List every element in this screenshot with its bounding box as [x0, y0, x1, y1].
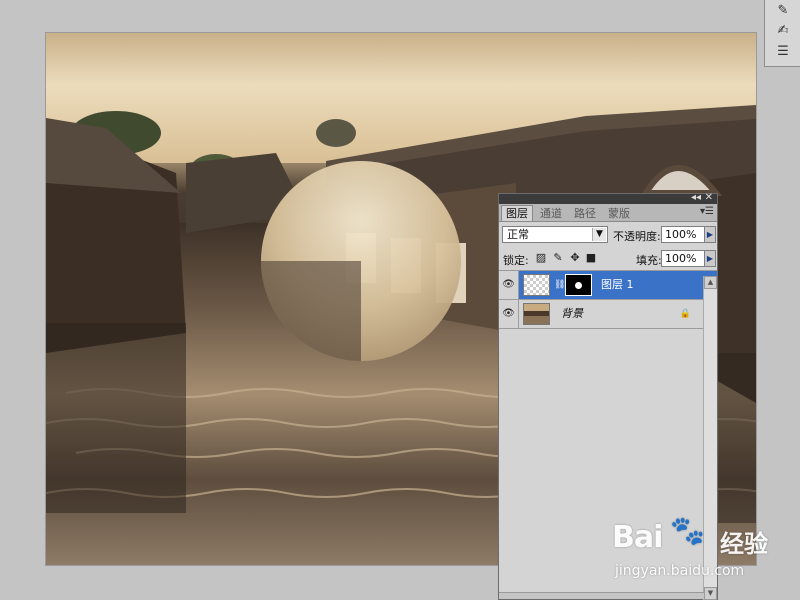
lock-transparent-icon[interactable]: ▨: [535, 252, 547, 264]
panel-footer: [499, 592, 704, 599]
tab-masks[interactable]: 蒙版: [603, 205, 635, 221]
visibility-eye-icon[interactable]: 👁: [499, 300, 519, 328]
opacity-input[interactable]: 100%: [661, 226, 705, 243]
paw-icon: 🐾: [670, 514, 705, 547]
blend-mode-value: 正常: [507, 228, 529, 241]
watermark-url: jingyan.baidu.com: [615, 563, 745, 579]
lock-label: 锁定:: [503, 254, 529, 267]
stamp-tool-icon[interactable]: ✎: [773, 2, 793, 20]
lock-all-icon[interactable]: ■: [585, 252, 597, 264]
chevron-down-icon: ▼: [592, 228, 606, 241]
collapse-icon[interactable]: ◂◂: [691, 192, 701, 204]
layer-row-layer1[interactable]: 👁 ⛓ 图层 1: [499, 271, 717, 300]
scroll-down-icon[interactable]: ▼: [704, 587, 717, 600]
history-brush-icon[interactable]: ✍: [773, 22, 793, 40]
settings-sliders-icon[interactable]: ☰: [773, 43, 793, 61]
blend-opacity-row: 正常 ▼ 不透明度: 100% ▶: [499, 222, 717, 248]
visibility-eye-icon[interactable]: 👁: [499, 271, 519, 299]
layer-thumbnail: [523, 303, 550, 325]
panel-titlebar[interactable]: ◂◂ ✕: [499, 192, 717, 204]
tab-channels[interactable]: 通道: [535, 205, 567, 221]
lock-position-move-icon[interactable]: ✥: [569, 252, 581, 264]
layer-row-background[interactable]: 👁 背景 🔒: [499, 300, 717, 329]
lock-fill-row: 锁定: ▨ ✎ ✥ ■ 填充: 100% ▶: [499, 248, 717, 271]
layer-thumbnail: [523, 274, 550, 296]
fill-input[interactable]: 100%: [661, 250, 705, 267]
fill-slider-arrow-icon[interactable]: ▶: [704, 250, 716, 267]
baidu-jingyan-watermark: Bai 🐾 经验 jingyan.baidu.com: [612, 512, 792, 582]
watermark-logo-text: Bai: [612, 520, 663, 555]
tab-paths[interactable]: 路径: [569, 205, 601, 221]
watermark-logo-text2: 经验: [720, 530, 768, 558]
panel-menu-icon[interactable]: ▾☰: [700, 206, 714, 217]
tab-layers[interactable]: 图层: [501, 205, 533, 221]
scroll-up-icon[interactable]: ▲: [704, 276, 717, 289]
opacity-slider-arrow-icon[interactable]: ▶: [704, 226, 716, 243]
link-chain-icon[interactable]: ⛓: [554, 280, 565, 290]
layer-mask-thumbnail[interactable]: [565, 274, 592, 296]
blend-mode-select[interactable]: 正常 ▼: [502, 226, 608, 243]
lock-pixels-brush-icon[interactable]: ✎: [552, 252, 564, 264]
tool-strip: ✎ ✍ ☰: [764, 0, 800, 67]
panel-tabs: 图层 通道 路径 蒙版 ▾☰: [499, 204, 717, 222]
fill-label: 填充:: [636, 254, 662, 267]
lock-icon: 🔒: [679, 309, 691, 319]
layer-name[interactable]: 图层 1: [601, 271, 634, 299]
close-icon[interactable]: ✕: [705, 192, 713, 204]
opacity-label: 不透明度:: [613, 230, 661, 243]
layer-name[interactable]: 背景: [561, 300, 583, 328]
